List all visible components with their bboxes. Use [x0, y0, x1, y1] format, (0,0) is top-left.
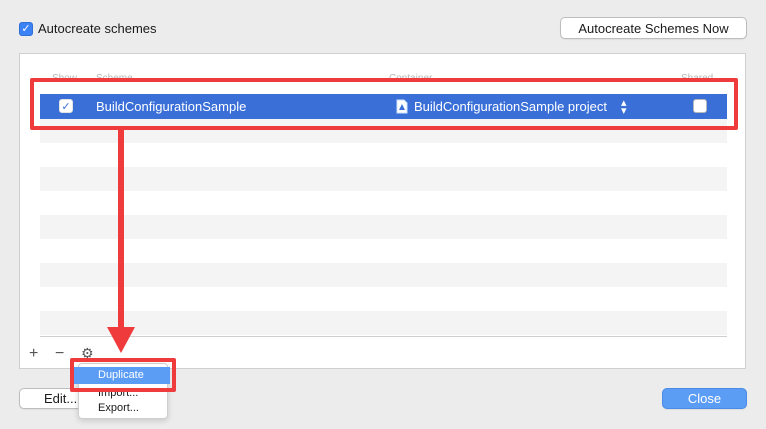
annotation-menu-highlight [70, 358, 176, 392]
autocreate-checkbox[interactable]: ✓ [19, 22, 33, 36]
table-row-empty [40, 263, 727, 287]
table-row-empty [40, 311, 727, 335]
annotation-row-highlight [30, 78, 738, 130]
table-bottom-divider [40, 336, 727, 337]
close-button[interactable]: Close [662, 388, 747, 409]
minus-icon[interactable]: − [55, 346, 64, 362]
table-row-empty [40, 215, 727, 239]
checkmark-icon: ✓ [21, 22, 31, 35]
autocreate-schemes-now-button[interactable]: Autocreate Schemes Now [560, 17, 747, 39]
annotation-arrow-head [107, 327, 135, 353]
table-row-empty [40, 167, 727, 191]
edit-button-label: Edit... [44, 391, 78, 406]
autocreate-label: Autocreate schemes [38, 21, 157, 36]
plus-icon[interactable]: + [29, 346, 38, 362]
annotation-arrow-shaft [118, 129, 124, 329]
menu-item-export[interactable]: Export... [98, 402, 139, 414]
